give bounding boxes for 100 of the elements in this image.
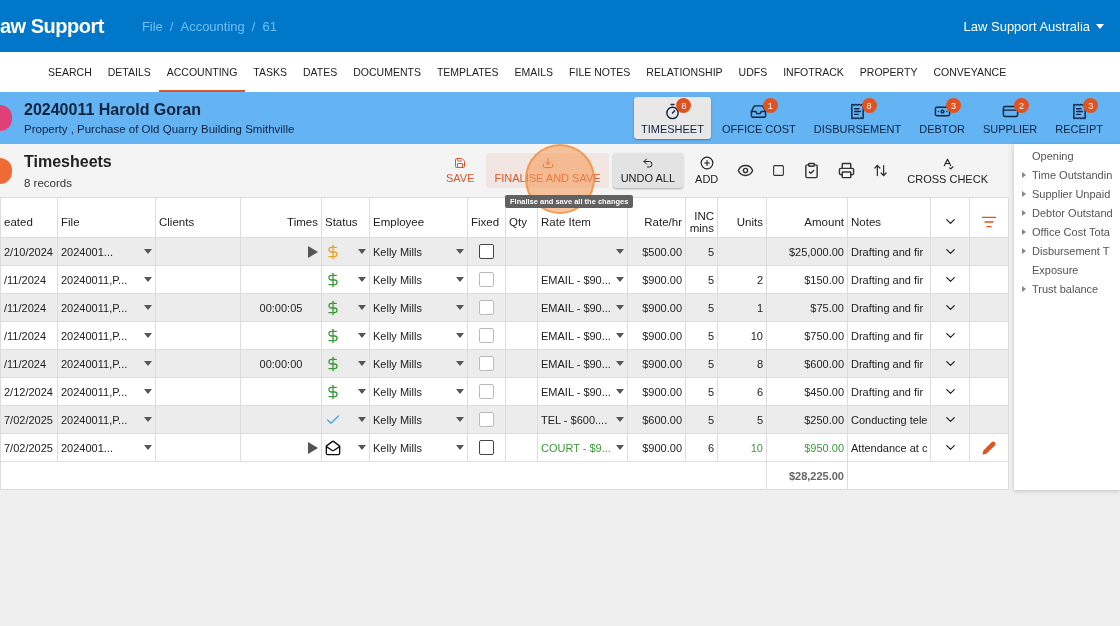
employee-dropdown[interactable]: Kelly Mills [369,349,468,378]
caret-icon[interactable] [144,389,152,394]
rate-item-dropdown[interactable]: EMAIL - $90... [537,377,628,406]
employee-dropdown[interactable]: Kelly Mills [369,293,468,322]
summary-item[interactable]: Time Outstandin [1014,169,1120,181]
caret-icon[interactable] [358,249,366,254]
nav-tab[interactable]: UDFS [730,54,776,92]
caret-icon[interactable] [456,445,464,450]
column-header[interactable]: Units [717,197,767,238]
undo-all-button[interactable]: UNDO ALL [612,153,684,188]
column-header[interactable]: Notes [847,197,931,238]
expand-arrow-icon[interactable] [1022,191,1026,197]
checkbox[interactable] [479,244,494,259]
column-header[interactable]: Rate/hr [627,197,686,238]
caret-icon[interactable] [616,445,624,450]
nav-tab[interactable]: FILE NOTES [561,54,639,92]
nav-tab[interactable]: EMAILS [506,54,562,92]
nav-tab[interactable]: DOCUMENTS [345,54,429,92]
caret-icon[interactable] [144,445,152,450]
checkbox[interactable] [479,440,494,455]
column-header[interactable]: eated [0,197,58,238]
caret-icon[interactable] [358,361,366,366]
nav-tab[interactable]: TEMPLATES [428,54,507,92]
rate-item-dropdown[interactable]: TEL - $600.... [537,405,628,434]
play-icon[interactable] [308,441,318,454]
expand-arrow-icon[interactable] [1022,248,1026,254]
caret-icon[interactable] [144,249,152,254]
rate-item-dropdown[interactable]: EMAIL - $90... [537,265,628,294]
caret-icon[interactable] [456,305,464,310]
file-dropdown[interactable]: 2024001... [57,433,156,462]
nav-tab[interactable]: PROPERTY [851,54,926,92]
file-dropdown[interactable]: 20240011,P... [57,377,156,406]
caret-icon[interactable] [456,249,464,254]
cross-check-button[interactable]: CROSS CHECK [899,152,996,189]
expand-arrow-icon[interactable] [1022,286,1026,292]
caret-icon[interactable] [616,333,624,338]
file-dropdown[interactable]: 2024001... [57,237,156,266]
nav-tab[interactable]: DETAILS [99,54,159,92]
caret-icon[interactable] [456,361,464,366]
summary-item[interactable]: Disbursement T [1014,245,1120,257]
caret-icon[interactable] [616,305,624,310]
file-dropdown[interactable]: 20240011,P... [57,321,156,350]
caret-icon[interactable] [358,389,366,394]
file-dropdown[interactable]: 20240011,P... [57,349,156,378]
caret-icon[interactable] [358,305,366,310]
expand-arrow-icon[interactable] [1022,210,1026,216]
employee-dropdown[interactable]: Kelly Mills [369,405,468,434]
caret-icon[interactable] [144,417,152,422]
employee-dropdown[interactable]: Kelly Mills [369,321,468,350]
column-header[interactable]: File [57,197,156,238]
status-dropdown[interactable] [321,433,370,462]
nav-tab[interactable]: DATES [295,54,346,92]
rate-item-dropdown[interactable]: COURT - $9... [537,433,628,462]
expand-arrow-icon[interactable] [1022,172,1026,178]
nav-tab[interactable]: CONVEYANCE [925,54,1015,92]
play-icon[interactable] [308,245,318,258]
rate-item-dropdown[interactable]: EMAIL - $90... [537,349,628,378]
save-button[interactable]: SAVE [437,153,483,188]
column-header[interactable]: Status [321,197,370,238]
caret-icon[interactable] [456,389,464,394]
file-dropdown[interactable]: 20240011,P... [57,405,156,434]
caret-icon[interactable] [616,249,624,254]
summary-item[interactable]: Supplier Unpaid [1014,188,1120,200]
file-dropdown[interactable]: 20240011,P... [57,265,156,294]
nav-tab[interactable]: RELATIONSHIP [638,54,731,92]
rate-item-dropdown[interactable]: EMAIL - $90... [537,321,628,350]
rate-item-dropdown[interactable]: EMAIL - $90... [537,293,628,322]
employee-dropdown[interactable]: Kelly Mills [369,265,468,294]
record-tab[interactable]: 8 TIMESHEET [633,97,711,139]
record-tab[interactable]: 3 RECEIPT [1048,97,1110,139]
nav-tab[interactable]: SEARCH [40,54,100,92]
column-header[interactable]: Employee [369,197,468,238]
caret-icon[interactable] [358,277,366,282]
column-header[interactable]: Times [240,197,322,238]
account-menu[interactable]: Law Support Australia [957,17,1110,35]
caret-icon[interactable] [456,333,464,338]
nav-tab[interactable]: INFOTRACK [775,54,852,92]
column-header[interactable]: INC mins [685,197,718,238]
caret-icon[interactable] [456,277,464,282]
record-tab[interactable]: 8 DISBURSEMENT [806,97,909,139]
filter-header[interactable] [969,197,1009,238]
caret-icon[interactable] [456,417,464,422]
summary-item[interactable]: Office Cost Tota [1014,226,1120,238]
caret-icon[interactable] [358,417,366,422]
expand-arrow-icon[interactable] [1022,229,1026,235]
caret-icon[interactable] [616,361,624,366]
summary-item[interactable]: Opening [1014,150,1120,162]
pencil-icon[interactable] [982,440,996,455]
add-button[interactable]: ADD [687,152,727,189]
caret-icon[interactable] [144,277,152,282]
caret-icon[interactable] [358,445,366,450]
summary-item[interactable]: Exposure [1014,264,1120,276]
record-tab[interactable]: 2 SUPPLIER [975,97,1045,139]
caret-icon[interactable] [358,333,366,338]
caret-icon[interactable] [144,333,152,338]
caret-icon[interactable] [616,417,624,422]
record-tab[interactable]: 3 DEBTOR [912,97,972,139]
column-header[interactable]: Amount [766,197,848,238]
record-tab[interactable]: 1 OFFICE COST [714,97,803,139]
column-header[interactable]: Fixed [467,197,506,238]
